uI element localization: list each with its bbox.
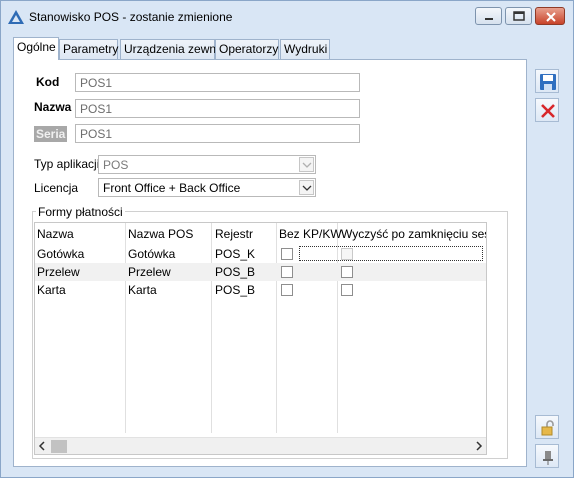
licencja-value: Front Office + Back Office <box>103 181 241 195</box>
chevron-down-icon <box>302 185 312 191</box>
app-logo-icon <box>8 10 24 24</box>
maximize-button[interactable] <box>505 7 532 25</box>
bez-kp-kw-checkbox[interactable] <box>281 284 293 296</box>
typ-aplikacji-value: POS <box>103 158 129 172</box>
bez-kp-kw-checkbox[interactable] <box>281 266 293 278</box>
save-icon <box>540 74 556 90</box>
minimize-button[interactable] <box>475 7 502 25</box>
save-button[interactable] <box>535 69 559 93</box>
typ-aplikacji-label: Typ aplikacji <box>34 157 100 171</box>
column-header[interactable]: Nazwa <box>37 227 74 241</box>
tab-label: Ogólne <box>17 40 56 54</box>
bez-kp-kw-checkbox[interactable] <box>281 248 293 260</box>
chevron-right-icon[interactable] <box>475 441 483 451</box>
focused-cell <box>299 246 483 261</box>
payment-forms-title: Formy płatności <box>36 205 125 219</box>
nazwa-field[interactable]: POS1 <box>75 99 360 118</box>
tab-label: Wydruki <box>284 42 328 56</box>
tab-urzadzenia[interactable]: Urządzenia zewn. <box>120 39 219 59</box>
dialog-window: Stanowisko POS - zostanie zmienione Ogól… <box>0 0 574 478</box>
seria-field[interactable]: POS1 <box>75 124 360 143</box>
chevron-left-icon[interactable] <box>38 441 46 451</box>
cell-nazwa-pos: Przelew <box>128 265 171 279</box>
column-header[interactable]: Nazwa POS <box>128 227 193 241</box>
lock-icon <box>541 420 554 436</box>
horizontal-scrollbar[interactable] <box>35 437 486 454</box>
minimize-icon <box>485 18 493 20</box>
tab-wydruki[interactable]: Wydruki <box>280 39 330 59</box>
pin-icon <box>543 451 553 465</box>
kod-value: POS1 <box>80 76 113 90</box>
column-header[interactable]: Bez KP/KW <box>279 227 342 241</box>
tab-label: Operatorzy <box>219 42 279 56</box>
tab-ogolne[interactable]: Ogólne <box>13 37 59 60</box>
kod-field[interactable]: POS1 <box>75 73 360 92</box>
chevron-down-icon <box>302 162 312 168</box>
cancel-icon <box>541 104 555 118</box>
licencja-dropdown-button[interactable] <box>299 180 314 195</box>
general-panel: Kod POS1 Nazwa POS1 Seria POS1 Typ aplik… <box>13 59 527 467</box>
maximize-icon <box>513 11 525 21</box>
cell-rejestr: POS_K <box>215 247 256 261</box>
table-row[interactable]: Przelew Przelew POS_B <box>35 263 486 281</box>
typ-aplikacji-select[interactable]: POS <box>98 155 316 174</box>
table-row[interactable]: Karta Karta POS_B <box>35 281 486 299</box>
tab-label: Parametry <box>63 42 119 56</box>
cell-nazwa: Przelew <box>37 265 80 279</box>
typ-dropdown-button[interactable] <box>299 157 314 172</box>
kod-label: Kod <box>36 75 60 89</box>
column-header[interactable]: Rejestr <box>215 227 253 241</box>
lock-button[interactable] <box>535 415 559 439</box>
pin-button[interactable] <box>535 444 559 468</box>
nazwa-label: Nazwa <box>34 100 72 114</box>
licencja-select[interactable]: Front Office + Back Office <box>98 178 316 197</box>
wyczysc-checkbox[interactable] <box>341 266 353 278</box>
nazwa-value: POS1 <box>80 102 113 116</box>
cell-nazwa-pos: Gotówka <box>128 247 176 261</box>
window-title: Stanowisko POS - zostanie zmienione <box>29 10 233 24</box>
seria-label: Seria <box>34 126 68 142</box>
wyczysc-checkbox[interactable] <box>341 284 353 296</box>
close-button[interactable] <box>535 7 565 25</box>
payment-forms-grid[interactable]: Nazwa Nazwa POS Rejestr Bez KP/KW Wyczyś… <box>34 222 487 455</box>
cell-nazwa-pos: Karta <box>128 283 157 297</box>
tab-label: Urządzenia zewn. <box>124 42 220 56</box>
licencja-label: Licencja <box>34 181 79 195</box>
seria-value: POS1 <box>80 127 113 141</box>
cancel-button[interactable] <box>535 98 559 122</box>
cell-rejestr: POS_B <box>215 283 256 297</box>
table-row[interactable]: Gotówka Gotówka POS_K <box>35 245 486 263</box>
column-header[interactable]: Wyczyść po zamknięciu sesji <box>341 227 486 241</box>
tab-parametry[interactable]: Parametry <box>59 39 118 59</box>
cell-nazwa: Gotówka <box>37 247 85 261</box>
title-bar[interactable]: Stanowisko POS - zostanie zmienione <box>1 1 573 33</box>
cell-rejestr: POS_B <box>215 265 256 279</box>
close-icon <box>546 12 556 22</box>
wyczysc-checkbox[interactable] <box>341 248 353 260</box>
grid-header: Nazwa Nazwa POS Rejestr Bez KP/KW Wyczyś… <box>35 225 486 243</box>
cell-nazwa: Karta <box>37 283 66 297</box>
tab-operatorzy[interactable]: Operatorzy <box>215 39 279 59</box>
scrollbar-thumb[interactable] <box>51 440 67 453</box>
